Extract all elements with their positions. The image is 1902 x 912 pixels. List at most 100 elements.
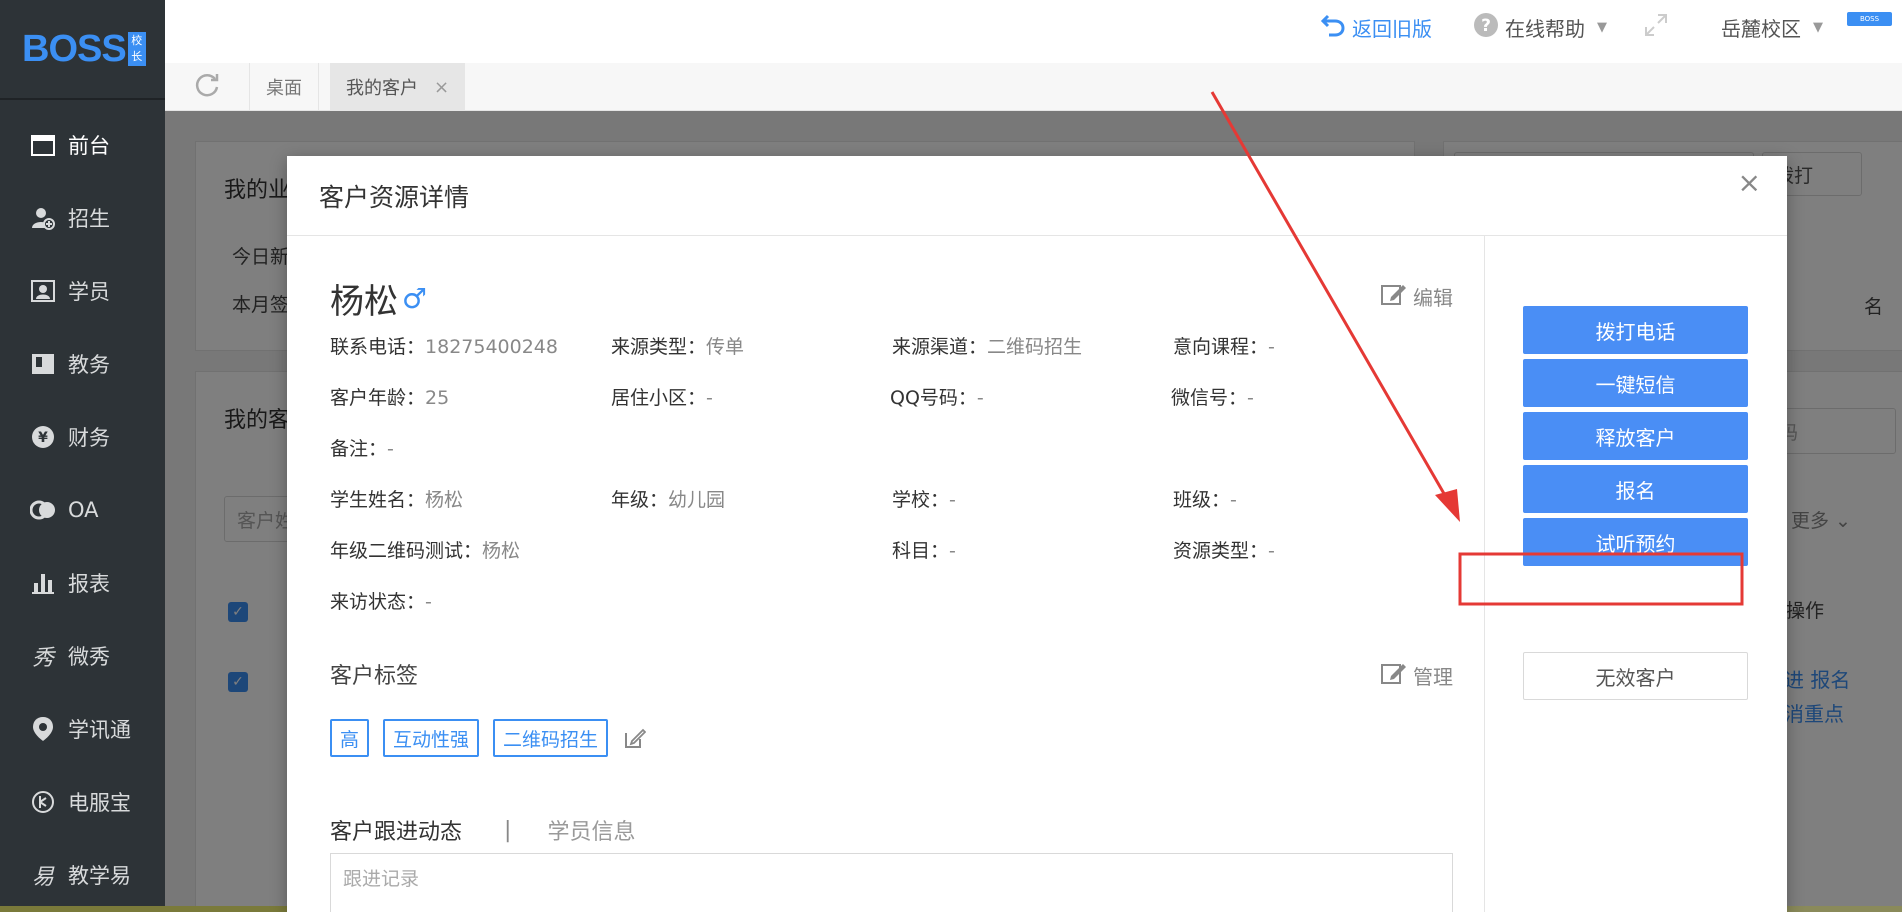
field-label: 来源类型： [611,336,707,358]
calendar-icon [30,132,56,158]
field-label: 学校： [892,489,950,511]
topbar: 返回旧版 ? 在线帮助 ▼ 岳麓校区 ▼ BOSS [165,0,1902,63]
field-value: 传单 [706,336,745,358]
sidebar-item-oa[interactable]: OA [0,473,165,546]
sidebar-item-students[interactable]: 学员 [0,254,165,327]
back-label: 返回旧版 [1352,16,1432,41]
tag-item[interactable]: 互动性强 [383,719,480,757]
field-label: 意向课程： [1173,336,1269,358]
sidebar-item-label: 教学易 [68,863,131,888]
release-customer-button[interactable]: 释放客户 [1523,412,1748,460]
tags-section-title: 客户标签 [330,664,419,689]
edit-button[interactable]: 编辑 [1381,282,1453,311]
male-icon: ♂ [402,282,428,315]
sidebar-item-weixiu[interactable]: 秀 微秀 [0,619,165,692]
refresh-button[interactable] [165,63,250,111]
cloud-icon [30,497,56,523]
xiu-icon: 秀 [31,645,54,671]
fullscreen-button[interactable] [1643,12,1669,42]
tab-desktop[interactable]: 桌面 [250,63,319,111]
source-channel-field: 来源渠道：二维码招生 [892,332,1082,359]
sidebar-nav: 前台 招生 学员 教务 ¥ 财务 OA 报表 秀 微秀 学讯通 电服宝 易 教学… [0,108,165,911]
book-icon [30,351,56,377]
tab-follow-up[interactable]: 客户跟进动态 [330,814,462,846]
manage-tags-button[interactable]: 管理 [1381,661,1453,690]
field-value: 幼儿园 [668,489,726,511]
refresh-icon [193,71,221,103]
sidebar: BOSS 校 长 前台 招生 学员 教务 ¥ 财务 OA 报表 秀 微秀 学讯通… [0,0,165,912]
tab-my-customers[interactable]: 我的客户 × [330,63,466,111]
campus-label: 岳麓校区 [1721,16,1801,41]
tab-label: 我的客户 [346,78,418,99]
field-value: - [976,387,984,409]
campus-selector[interactable]: 岳麓校区 ▼ [1721,12,1823,42]
field-value: - [949,489,956,511]
sidebar-item-jiaoxueyi[interactable]: 易 教学易 [0,838,165,911]
field-value: 25 [425,387,450,409]
edit-label: 编辑 [1413,286,1453,310]
sidebar-item-front-desk[interactable]: 前台 [0,108,165,181]
sidebar-item-label: 电服宝 [68,790,131,815]
id-card-icon [30,278,56,304]
grade-field: 年级：幼儿园 [611,485,725,512]
sidebar-item-label: 学员 [68,279,110,304]
tab-student-info[interactable]: 学员信息 [547,814,635,846]
phone-field: 联系电话：18275400248 [330,332,558,359]
visit-status-field: 来访状态：- [330,587,432,614]
edit-tags-icon[interactable] [624,727,647,749]
location-icon [30,716,56,742]
tab-separator: | [504,817,512,843]
customer-detail-modal: 客户资源详情 × 杨松 ♂ 编辑 联系电话：18275400248 来源类型：传… [287,156,1787,912]
sidebar-item-enrollment[interactable]: 招生 [0,181,165,254]
sidebar-item-finance[interactable]: ¥ 财务 [0,400,165,473]
close-icon[interactable]: × [1738,166,1761,199]
tag-item[interactable]: 高 [330,719,370,757]
sidebar-item-label: 前台 [68,133,110,158]
field-value: - [706,387,713,409]
sms-button[interactable]: 一键短信 [1523,359,1748,407]
sidebar-item-xuexuntong[interactable]: 学讯通 [0,692,165,765]
field-label: 备注： [330,438,388,460]
online-help-menu[interactable]: ? 在线帮助 ▼ [1473,12,1607,42]
customer-name: 杨松 ♂ [330,274,427,323]
sidebar-item-academic[interactable]: 教务 [0,327,165,400]
field-label: 居住小区： [611,387,707,409]
sidebar-item-dianfubao[interactable]: 电服宝 [0,765,165,838]
user-add-icon [30,205,56,231]
field-label: 来源渠道： [892,336,988,358]
school-field: 学校：- [892,485,956,512]
field-label: 学生姓名： [330,489,426,511]
class-field: 班级：- [1173,485,1237,512]
field-value: - [1247,387,1254,409]
sidebar-item-reports[interactable]: 报表 [0,546,165,619]
field-value: - [1230,489,1237,511]
tab-bar: 桌面 我的客户 × [165,63,1902,111]
logo-badge: 校 长 [127,32,146,66]
age-field: 客户年龄：25 [330,383,449,410]
follow-up-input[interactable]: 跟进记录 [330,853,1453,912]
community-field: 居住小区：- [611,383,713,410]
source-type-field: 来源类型：传单 [611,332,744,359]
enroll-button[interactable]: 报名 [1523,465,1748,513]
invalid-customer-button[interactable]: 无效客户 [1523,652,1748,700]
tag-item[interactable]: 二维码招生 [493,719,609,757]
back-to-old-version-link[interactable]: 返回旧版 [1320,12,1432,42]
modal-title: 客户资源详情 [319,182,470,212]
field-label: 科目： [892,540,950,562]
call-button[interactable]: 拨打电话 [1523,306,1748,354]
customer-name-text: 杨松 [330,282,398,322]
logo[interactable]: BOSS 校 长 [0,0,165,100]
modal-left-panel: 杨松 ♂ 编辑 联系电话：18275400248 来源类型：传单 来源渠道：二维… [287,236,1484,912]
close-icon[interactable]: × [434,77,449,98]
follow-up-placeholder: 跟进记录 [343,868,420,890]
logo-badge-bottom: 长 [131,50,143,63]
boss-badge[interactable]: BOSS [1847,12,1892,26]
detail-tabs: 客户跟进动态 | 学员信息 [330,814,635,846]
expand-icon [1643,12,1669,43]
modal-action-panel: 拨打电话 一键短信 释放客户 报名 试听预约 无效客户 [1484,236,1787,912]
trial-booking-button[interactable]: 试听预约 [1523,518,1748,566]
field-label: QQ号码： [890,387,977,409]
manage-label: 管理 [1413,665,1453,689]
field-label: 微信号： [1171,387,1248,409]
chevron-down-icon: ▼ [1597,19,1607,35]
